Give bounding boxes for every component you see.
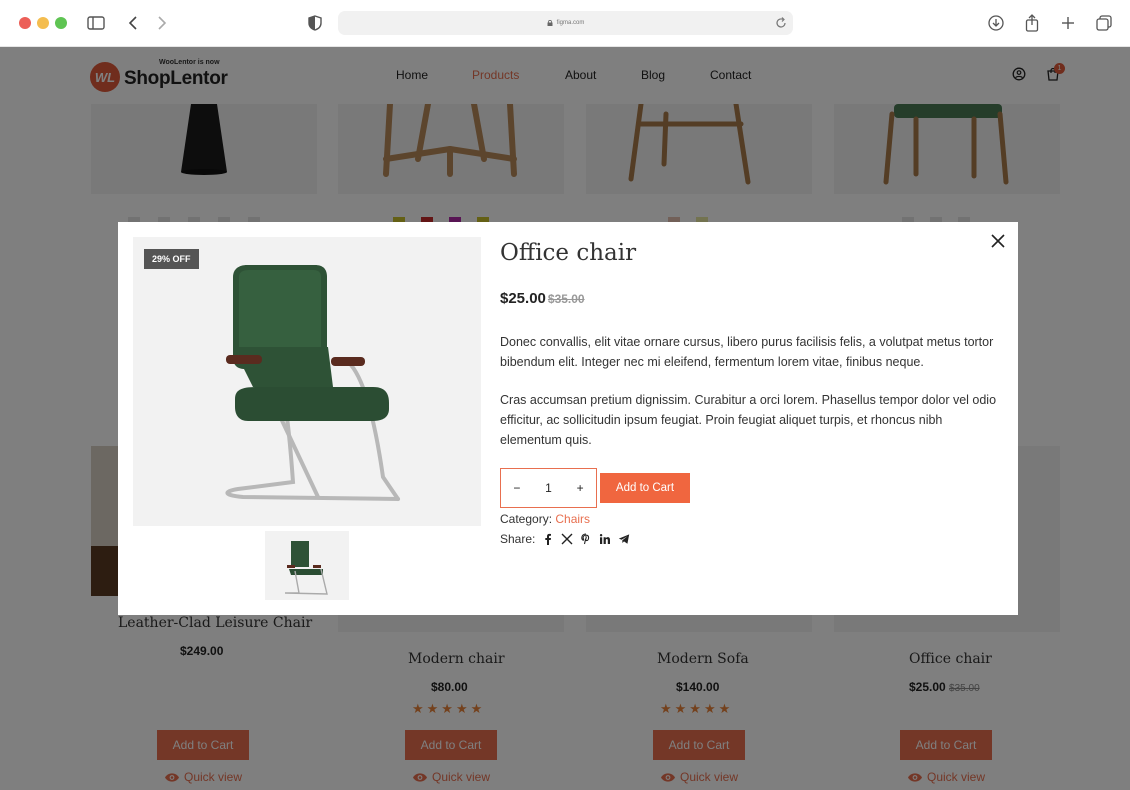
reload-icon[interactable] xyxy=(774,16,788,30)
forward-icon[interactable] xyxy=(151,12,173,34)
product-main-image[interactable]: 29% OFF xyxy=(133,237,481,526)
window-close-button[interactable] xyxy=(19,17,31,29)
linkedin-icon[interactable] xyxy=(599,533,611,545)
product-title: Office chair xyxy=(500,240,637,266)
download-icon[interactable] xyxy=(985,12,1007,34)
product-price: $25.00 $35.00 xyxy=(500,290,585,307)
category-label: Category: xyxy=(500,512,553,526)
product-description: Cras accumsan pretium dignissim. Curabit… xyxy=(500,393,997,447)
add-to-cart-button[interactable]: Add to Cart xyxy=(600,473,690,503)
x-icon[interactable] xyxy=(561,533,573,545)
window-maximize-button[interactable] xyxy=(55,17,67,29)
pinterest-icon[interactable] xyxy=(580,533,592,545)
quantity-decrease-button[interactable]: − xyxy=(507,481,527,495)
sidebar-toggle-icon[interactable] xyxy=(85,12,107,34)
price-old: $35.00 xyxy=(547,292,585,306)
shield-icon[interactable] xyxy=(304,12,326,34)
tabs-overview-icon[interactable] xyxy=(1093,12,1115,34)
new-tab-icon[interactable] xyxy=(1057,12,1079,34)
lock-icon xyxy=(547,20,553,26)
product-thumbnail[interactable] xyxy=(265,531,349,600)
url-text: figma.com xyxy=(556,20,585,26)
back-icon[interactable] xyxy=(122,12,144,34)
close-icon[interactable] xyxy=(990,233,1006,249)
share-icon[interactable] xyxy=(1021,12,1043,34)
window-minimize-button[interactable] xyxy=(37,17,49,29)
quick-view-modal: 29% OFF Office chair $25.00 $35.00 Donec … xyxy=(118,222,1018,615)
quantity-value[interactable]: 1 xyxy=(538,481,558,495)
quantity-stepper[interactable]: − 1 + xyxy=(500,468,597,508)
share-row: Share: xyxy=(500,532,630,546)
address-bar[interactable]: figma.com xyxy=(338,11,793,35)
facebook-icon[interactable] xyxy=(542,533,554,545)
product-category: Category: Chairs xyxy=(500,512,590,526)
category-link[interactable]: Chairs xyxy=(555,512,590,526)
price-current: $25.00 xyxy=(500,290,546,307)
product-description: Donec convallis, elit vitae ornare cursu… xyxy=(500,335,994,369)
telegram-icon[interactable] xyxy=(618,533,630,545)
browser-toolbar: figma.com xyxy=(0,0,1130,47)
discount-badge: 29% OFF xyxy=(144,249,199,269)
quantity-increase-button[interactable]: + xyxy=(570,481,590,495)
share-label: Share: xyxy=(500,532,536,546)
